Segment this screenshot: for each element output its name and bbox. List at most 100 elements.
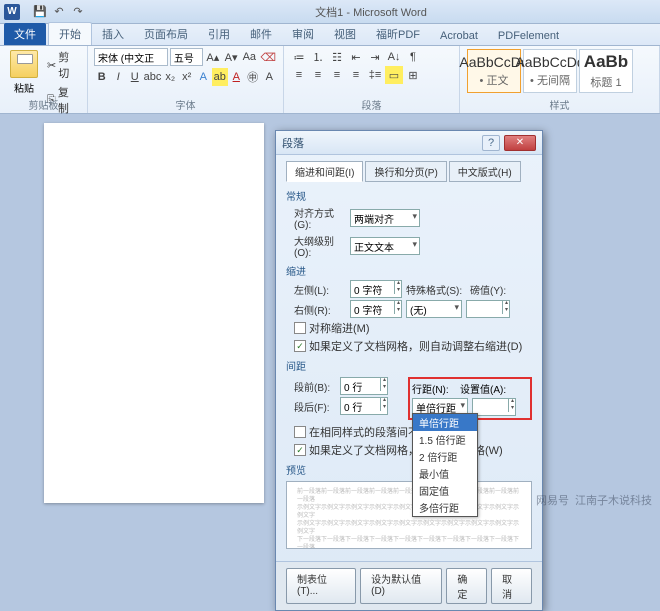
tab-home[interactable]: 开始 [48,22,92,45]
align-left-icon[interactable]: ≡ [290,66,308,84]
special-label: 特殊格式(S): [406,282,466,297]
undo-icon[interactable]: ↶ [51,4,67,20]
watermark: 网易号 江南子木说科技 [536,492,652,508]
dd-exactly[interactable]: 固定值 [413,482,477,499]
font-size-select[interactable]: 五号 [170,48,203,66]
right-indent-label: 右侧(R): [294,302,346,317]
dd-atleast[interactable]: 最小值 [413,465,477,482]
ribbon: 粘贴 ✂剪切 ⎘复制 🖌格式刷 剪贴板 宋体 (中文正 五号 A▴ A▾ Aa … [0,46,660,114]
grid-indent-checkbox[interactable]: ✓ [294,340,306,352]
line-spacing-icon[interactable]: ‡≡ [366,66,384,84]
quick-access-toolbar: 💾 ↶ ↷ [32,4,86,20]
tab-asian[interactable]: 中文版式(H) [449,161,521,182]
tab-view[interactable]: 视图 [324,23,366,45]
paragraph-dialog: 段落 ? ✕ 缩进和间距(I) 换行和分页(P) 中文版式(H) 常规 对齐方式… [275,130,543,611]
preview-box: 前一段落前一段落前一段落前一段落前一段落前一段落前一段落前一段落前一段落前一段落… [286,481,532,549]
tab-pdfelement[interactable]: PDFelement [488,27,569,45]
group-font: 宋体 (中文正 五号 A▴ A▾ Aa ⌫ B I U abc x₂ x² A … [88,46,284,113]
left-indent-label: 左侧(L): [294,282,346,297]
dialog-titlebar[interactable]: 段落 ? ✕ [276,131,542,155]
app-icon: W [4,4,20,20]
grow-font-icon[interactable]: A▴ [205,48,221,66]
section-general: 常规 [286,188,532,203]
at-label: 设置值(A): [460,381,508,396]
default-button[interactable]: 设为默认值(D) [360,568,442,604]
at-spinner[interactable] [472,398,516,416]
bold-button[interactable]: B [94,68,110,86]
strike-button[interactable]: abc [144,68,162,86]
section-preview: 预览 [286,462,532,477]
section-indent: 缩进 [286,263,532,278]
help-icon[interactable]: ? [482,135,500,151]
show-marks-icon[interactable]: ¶ [404,48,422,66]
tab-references[interactable]: 引用 [198,23,240,45]
dd-double[interactable]: 2 倍行距 [413,448,477,465]
tab-insert[interactable]: 插入 [92,23,134,45]
tab-line-breaks[interactable]: 换行和分页(P) [365,161,446,182]
tabs-button[interactable]: 制表位(T)... [286,568,356,604]
alignment-combo[interactable]: 两端对齐 [350,209,420,227]
title-bar: W 💾 ↶ ↷ 文档1 - Microsoft Word [0,0,660,24]
superscript-button[interactable]: x² [179,68,195,86]
align-center-icon[interactable]: ≡ [309,66,327,84]
clear-format-icon[interactable]: ⌫ [259,48,277,66]
tab-file[interactable]: 文件 [4,23,46,45]
tab-indent-spacing[interactable]: 缩进和间距(I) [286,161,363,182]
after-spinner[interactable]: 0 行 [340,397,388,415]
font-color-icon[interactable]: A [229,68,245,86]
change-case-icon[interactable]: Aa [241,48,257,66]
tab-review[interactable]: 审阅 [282,23,324,45]
redo-icon[interactable]: ↷ [70,4,86,20]
borders-icon[interactable]: ⊞ [404,66,422,84]
mirror-checkbox[interactable] [294,322,306,334]
decrease-indent-icon[interactable]: ⇤ [347,48,365,66]
close-icon[interactable]: ✕ [504,135,536,151]
cancel-button[interactable]: 取消 [491,568,532,604]
tab-acrobat[interactable]: Acrobat [430,27,488,45]
right-indent-spinner[interactable]: 0 字符 [350,300,402,318]
line-spacing-dropdown[interactable]: 单倍行距 1.5 倍行距 2 倍行距 最小值 固定值 多倍行距 [412,413,478,517]
numbering-icon[interactable]: ⒈ [309,48,327,66]
italic-button[interactable]: I [111,68,127,86]
multilevel-icon[interactable]: ☷ [328,48,346,66]
dd-multiple[interactable]: 多倍行距 [413,499,477,516]
cut-button[interactable]: ✂剪切 [44,48,81,82]
tab-mailings[interactable]: 邮件 [240,23,282,45]
save-icon[interactable]: 💾 [32,4,48,20]
style-heading1[interactable]: AaBb标题 1 [579,49,633,93]
page[interactable] [44,123,264,503]
dialog-buttons: 制表位(T)... 设为默认值(D) 确定 取消 [276,561,542,610]
nosame-checkbox[interactable] [294,426,306,438]
dialog-title: 段落 [282,135,482,151]
after-label: 段后(F): [294,399,336,414]
left-indent-spinner[interactable]: 0 字符 [350,280,402,298]
tab-layout[interactable]: 页面布局 [134,23,198,45]
justify-icon[interactable]: ≡ [347,66,365,84]
group-paragraph: ≔ ⒈ ☷ ⇤ ⇥ A↓ ¶ ≡ ≡ ≡ ≡ ‡≡ ▭ ⊞ 段落 [284,46,460,113]
outline-combo[interactable]: 正文文本 [350,237,420,255]
tab-foxit[interactable]: 福昕PDF [366,23,430,45]
font-name-select[interactable]: 宋体 (中文正 [94,48,168,66]
text-effects-icon[interactable]: A [196,68,212,86]
special-combo[interactable]: (无) [406,300,462,318]
bullets-icon[interactable]: ≔ [290,48,308,66]
sort-icon[interactable]: A↓ [385,48,403,66]
style-nospacing[interactable]: AaBbCcDd• 无间隔 [523,49,577,93]
subscript-button[interactable]: x₂ [163,68,179,86]
style-normal[interactable]: AaBbCcDd• 正文 [467,49,521,93]
shading-icon[interactable]: ▭ [385,66,403,84]
ok-button[interactable]: 确定 [446,568,487,604]
border-char-icon[interactable]: A [262,68,278,86]
shrink-font-icon[interactable]: A▾ [223,48,239,66]
before-spinner[interactable]: 0 行 [340,377,388,395]
dd-single[interactable]: 单倍行距 [413,414,477,431]
by-spinner[interactable] [466,300,510,318]
dd-onehalf[interactable]: 1.5 倍行距 [413,431,477,448]
phonetic-icon[interactable]: ㊥ [245,68,261,86]
by-label: 磅值(Y): [470,282,514,297]
highlight-icon[interactable]: ab [212,68,228,86]
underline-button[interactable]: U [127,68,143,86]
increase-indent-icon[interactable]: ⇥ [366,48,384,66]
grid-space-checkbox[interactable]: ✓ [294,444,306,456]
align-right-icon[interactable]: ≡ [328,66,346,84]
